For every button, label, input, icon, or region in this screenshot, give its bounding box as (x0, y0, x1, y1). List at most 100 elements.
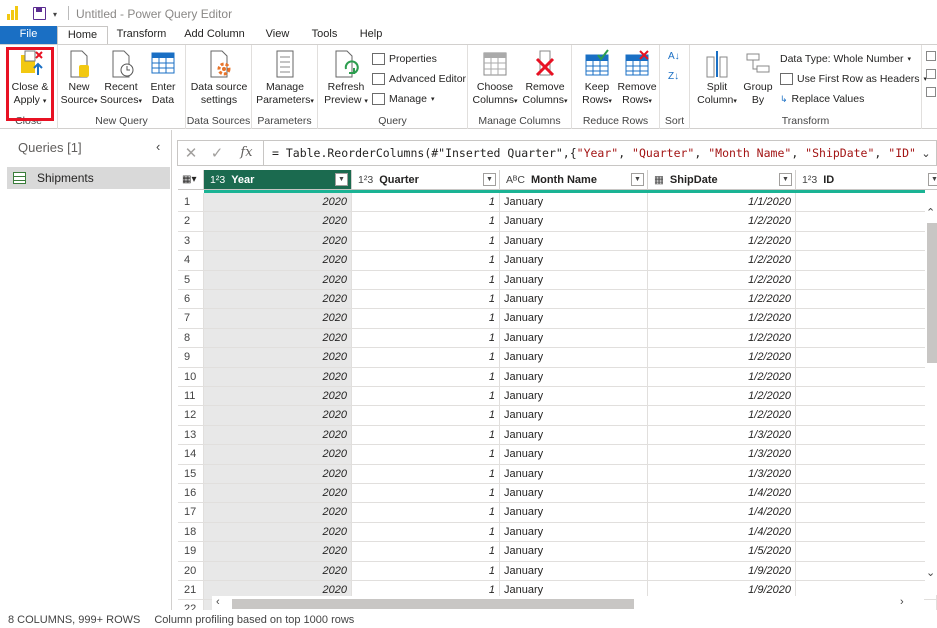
cell-quarter[interactable]: 1 (352, 367, 500, 387)
horizontal-scroll-thumb[interactable] (232, 599, 634, 609)
table-row[interactable]: 1 2020 1 January 1/1/2020 (178, 193, 937, 213)
manage-button[interactable]: Manage ▾ (372, 93, 434, 105)
row-number[interactable]: 22 (178, 600, 204, 610)
cell-quarter[interactable]: 1 (352, 231, 500, 252)
row-number[interactable]: 2 (178, 212, 204, 232)
cell-year[interactable]: 2020 (204, 328, 352, 349)
column-header-shipdate[interactable]: ▦ ShipDate ▼ (648, 170, 796, 190)
cell-shipdate[interactable]: 1/2/2020 (648, 328, 796, 349)
table-row[interactable]: 10 2020 1 January 1/2/2020 (178, 367, 937, 387)
cell-shipdate[interactable]: 1/4/2020 (648, 503, 796, 523)
cell-id[interactable] (796, 484, 937, 504)
table-row[interactable]: 7 2020 1 January 1/2/2020 (178, 309, 937, 329)
row-number[interactable]: 15 (178, 464, 204, 484)
whole-number-type-icon[interactable]: 1²3 (358, 174, 373, 186)
cell-quarter[interactable]: 1 (352, 484, 500, 504)
cell-shipdate[interactable]: 1/3/2020 (648, 464, 796, 484)
vertical-scroll-thumb[interactable] (927, 223, 937, 363)
properties-button[interactable]: Properties (372, 53, 437, 65)
row-number[interactable]: 11 (178, 387, 204, 407)
cell-month-name[interactable]: January (500, 231, 648, 252)
cell-quarter[interactable]: 1 (352, 270, 500, 290)
column-header-quarter[interactable]: 1²3 Quarter ▼ (352, 170, 500, 190)
expand-formula-icon[interactable]: ⌄ (916, 147, 936, 160)
cell-year[interactable]: 2020 (204, 406, 352, 426)
query-item-shipments[interactable]: Shipments (7, 167, 170, 189)
cell-quarter[interactable]: 1 (352, 328, 500, 349)
row-number[interactable]: 7 (178, 309, 204, 329)
cell-quarter[interactable]: 1 (352, 522, 500, 543)
cell-year[interactable]: 2020 (204, 484, 352, 504)
cell-month-name[interactable]: January (500, 445, 648, 465)
tab-help[interactable]: Help (348, 26, 394, 45)
cell-quarter[interactable]: 1 (352, 503, 500, 523)
whole-number-type-icon[interactable]: 1²3 (210, 174, 225, 186)
cell-shipdate[interactable]: 1/2/2020 (648, 212, 796, 232)
row-number[interactable]: 1 (178, 193, 204, 213)
row-number[interactable]: 20 (178, 561, 204, 581)
cell-year[interactable]: 2020 (204, 561, 352, 581)
cell-shipdate[interactable]: 1/2/2020 (648, 406, 796, 426)
vertical-scrollbar[interactable]: ⌃ ⌄ (925, 190, 937, 595)
cell-quarter[interactable]: 1 (352, 561, 500, 581)
table-row[interactable]: 12 2020 1 January 1/2/2020 (178, 406, 937, 426)
cell-quarter[interactable]: 1 (352, 406, 500, 426)
cell-shipdate[interactable]: 1/4/2020 (648, 522, 796, 543)
horizontal-scrollbar[interactable]: ‹ › (212, 596, 924, 610)
cell-id[interactable] (796, 425, 937, 446)
cell-month-name[interactable]: January (500, 193, 648, 213)
collapse-pane-icon[interactable]: ‹ (156, 139, 160, 154)
sort-descending-button[interactable]: Z↓ (668, 71, 679, 82)
data-type-dropdown[interactable]: Data Type: Whole Number ▾ (780, 53, 911, 65)
cell-month-name[interactable]: January (500, 270, 648, 290)
cell-year[interactable]: 2020 (204, 522, 352, 543)
cell-shipdate[interactable]: 1/4/2020 (648, 484, 796, 504)
cell-id[interactable] (796, 212, 937, 232)
cell-month-name[interactable]: January (500, 387, 648, 407)
tab-file[interactable]: File (0, 26, 57, 45)
cell-year[interactable]: 2020 (204, 212, 352, 232)
row-number[interactable]: 21 (178, 581, 204, 601)
tab-transform[interactable]: Transform (108, 26, 175, 45)
row-number[interactable]: 8 (178, 328, 204, 349)
cell-month-name[interactable]: January (500, 290, 648, 310)
scroll-down-icon[interactable]: ⌄ (926, 566, 935, 579)
status-profiling[interactable]: Column profiling based on top 1000 rows (154, 614, 354, 626)
cell-year[interactable]: 2020 (204, 367, 352, 387)
cell-id[interactable] (796, 445, 937, 465)
cell-shipdate[interactable]: 1/3/2020 (648, 425, 796, 446)
column-header-year[interactable]: 1²3 Year ▼ (204, 170, 352, 190)
cell-id[interactable] (796, 367, 937, 387)
fx-icon[interactable]: fx (230, 141, 264, 165)
table-row[interactable]: 17 2020 1 January 1/4/2020 (178, 503, 937, 523)
table-menu-button[interactable]: ▦▾ (178, 170, 204, 190)
cell-id[interactable] (796, 193, 937, 213)
replace-values-button[interactable]: ↳ Replace Values (780, 93, 864, 105)
cell-month-name[interactable]: January (500, 367, 648, 387)
cell-shipdate[interactable]: 1/9/2020 (648, 561, 796, 581)
cell-shipdate[interactable]: 1/2/2020 (648, 387, 796, 407)
table-row[interactable]: 5 2020 1 January 1/2/2020 (178, 270, 937, 290)
row-number[interactable]: 13 (178, 425, 204, 446)
table-row[interactable]: 9 2020 1 January 1/2/2020 (178, 348, 937, 368)
table-row[interactable]: 16 2020 1 January 1/4/2020 (178, 484, 937, 504)
tab-view[interactable]: View (254, 26, 301, 45)
row-number[interactable]: 6 (178, 290, 204, 310)
cell-id[interactable] (796, 406, 937, 426)
cell-id[interactable] (796, 290, 937, 310)
cell-year[interactable]: 2020 (204, 309, 352, 329)
split-column-button[interactable]: Split Column▾ (694, 49, 740, 108)
tab-home[interactable]: Home (57, 26, 108, 45)
cell-shipdate[interactable]: 1/2/2020 (648, 367, 796, 387)
table-row[interactable]: 6 2020 1 January 1/2/2020 (178, 290, 937, 310)
table-row[interactable]: 18 2020 1 January 1/4/2020 (178, 522, 937, 543)
cell-id[interactable] (796, 309, 937, 329)
cell-month-name[interactable]: January (500, 542, 648, 562)
scroll-left-icon[interactable]: ‹ (216, 596, 220, 608)
cell-month-name[interactable]: January (500, 522, 648, 543)
row-number[interactable]: 14 (178, 445, 204, 465)
cell-year[interactable]: 2020 (204, 231, 352, 252)
cell-shipdate[interactable]: 1/2/2020 (648, 251, 796, 271)
cell-shipdate[interactable]: 1/2/2020 (648, 290, 796, 310)
choose-columns-button[interactable]: Choose Columns▾ (470, 49, 520, 108)
